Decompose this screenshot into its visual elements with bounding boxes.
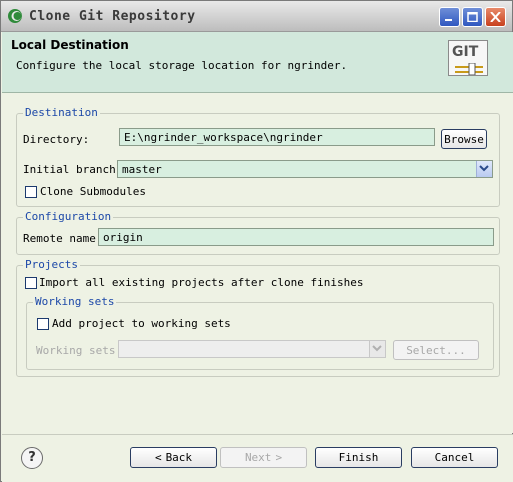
initial-branch-value: master xyxy=(122,163,162,176)
chevron-down-icon[interactable] xyxy=(369,341,385,357)
remote-name-input[interactable]: origin xyxy=(98,228,494,246)
maximize-button[interactable] xyxy=(462,7,483,27)
finish-button[interactable]: Finish xyxy=(315,447,402,468)
next-label: Next xyxy=(244,451,272,464)
clone-submodules-label: Clone Submodules xyxy=(40,185,146,198)
chevron-left-icon: < xyxy=(154,451,162,464)
working-sets-select[interactable] xyxy=(118,340,386,358)
select-working-sets-button[interactable]: Select... xyxy=(393,340,479,360)
clone-git-dialog: Clone Git Repository Local Destination C… xyxy=(0,0,513,482)
add-to-working-sets-label: Add project to working sets xyxy=(52,317,231,330)
git-branch-icon xyxy=(455,63,483,75)
minimize-button[interactable] xyxy=(439,7,460,27)
browse-button[interactable]: Browse xyxy=(441,129,487,149)
back-label: Back xyxy=(165,451,193,464)
import-projects-label: Import all existing projects after clone… xyxy=(39,276,364,289)
remote-name-label: Remote name: xyxy=(23,232,103,245)
page-description: Configure the local storage location for… xyxy=(16,59,348,72)
page-title: Local Destination xyxy=(11,38,129,52)
clone-submodules-checkbox[interactable] xyxy=(25,186,37,198)
initial-branch-label: Initial branch: xyxy=(23,163,123,176)
directory-input[interactable]: E:\ngrinder_workspace\ngrinder xyxy=(119,128,435,146)
projects-group: Projects Import all existing projects af… xyxy=(16,258,500,377)
title-bar[interactable]: Clone Git Repository xyxy=(1,1,512,32)
git-logo-text: GIT xyxy=(452,44,479,60)
configuration-legend: Configuration xyxy=(23,210,114,223)
chevron-down-icon[interactable] xyxy=(476,161,492,177)
projects-legend: Projects xyxy=(23,258,80,271)
maximize-icon xyxy=(467,12,478,22)
add-to-working-sets-checkbox[interactable] xyxy=(37,318,49,330)
close-icon xyxy=(490,12,501,22)
eclipse-icon xyxy=(8,9,22,23)
initial-branch-select[interactable]: master xyxy=(117,160,493,178)
wizard-banner: Local Destination Configure the local st… xyxy=(2,32,513,93)
minimize-icon xyxy=(445,19,452,21)
next-button[interactable]: Next > xyxy=(220,447,307,468)
wizard-content: Destination Directory: E:\ngrinder_works… xyxy=(2,93,513,433)
close-button[interactable] xyxy=(485,7,506,27)
back-button[interactable]: < Back xyxy=(130,447,217,468)
chevron-right-icon: > xyxy=(275,451,283,464)
window-title: Clone Git Repository xyxy=(29,9,196,24)
cancel-button[interactable]: Cancel xyxy=(411,447,498,468)
configuration-group: Configuration Remote name: origin xyxy=(16,210,500,255)
directory-label: Directory: xyxy=(23,133,90,146)
working-sets-group: Working sets Add project to working sets… xyxy=(26,295,494,370)
destination-legend: Destination xyxy=(23,106,100,119)
import-projects-checkbox[interactable] xyxy=(25,277,37,289)
working-sets-label: Working sets: xyxy=(36,344,123,357)
wizard-footer: ? < Back Next > Finish Cancel xyxy=(2,434,513,482)
destination-group: Destination Directory: E:\ngrinder_works… xyxy=(16,106,500,207)
help-icon[interactable]: ? xyxy=(21,447,43,469)
git-logo: GIT xyxy=(448,40,488,76)
working-sets-legend: Working sets xyxy=(33,295,117,308)
